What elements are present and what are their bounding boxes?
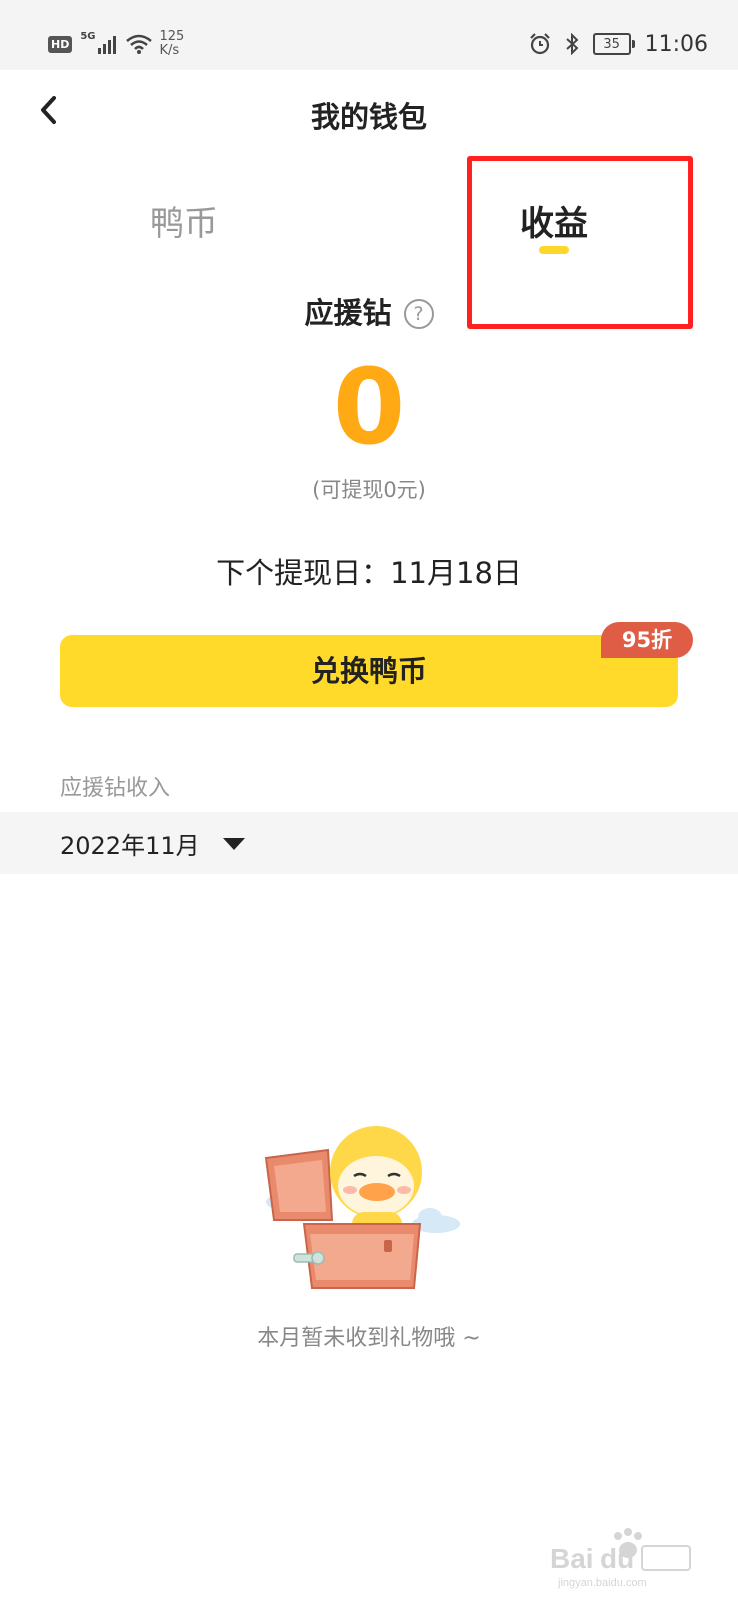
empty-duck-chest-illustration (264, 1126, 460, 1289)
help-icon[interactable]: ? (403, 299, 434, 329)
balance-label: 应援钻 (304, 296, 392, 330)
clock: 11:06 (644, 31, 708, 57)
svg-text:du: du (600, 1543, 634, 1574)
bluetooth-icon (565, 33, 579, 55)
month-value: 2022年11月 (60, 832, 200, 860)
next-withdraw-date: 下个提现日：11月18日 (216, 556, 522, 590)
page-title: 我的钱包 (310, 100, 427, 134)
alarm-icon (529, 33, 550, 55)
svg-text:Bai: Bai (550, 1543, 594, 1574)
caret-down-icon[interactable] (223, 838, 245, 850)
wifi-icon (125, 34, 152, 54)
signal-icon (97, 34, 118, 54)
discount-badge: 95折 (601, 622, 693, 658)
svg-text:jingyan.baidu.com: jingyan.baidu.com (557, 1577, 647, 1589)
exchange-duck-coins-button[interactable]: 兑换鸭币 (60, 635, 678, 707)
network-speed-value: 125 (159, 29, 185, 44)
network-speed: 125 K/s (160, 30, 185, 58)
baidu-jingyan-watermark: Bai du jingyan.baidu.com (550, 1528, 691, 1589)
empty-state-message: 本月暂未收到礼物哦 ~ (257, 1326, 481, 1351)
month-selector[interactable]: 2022年11月 (0, 812, 738, 874)
income-section-label: 应援钻收入 (60, 776, 171, 801)
hd-badge: HD (48, 35, 73, 53)
status-bar: HD 5G 125 K/s 35 11:06 (0, 0, 738, 70)
balance-amount: 0 (332, 346, 406, 468)
tab-duck-coins[interactable]: 鸭币 (150, 196, 218, 245)
top-nav: 我的钱包 (0, 70, 738, 154)
withdrawable-amount: (可提现0元) (312, 478, 426, 502)
network-type: 5G (80, 30, 96, 42)
balance-label-row: 应援钻? (0, 290, 738, 332)
network-speed-unit: K/s (159, 43, 180, 58)
battery-icon: 35 (592, 33, 635, 55)
